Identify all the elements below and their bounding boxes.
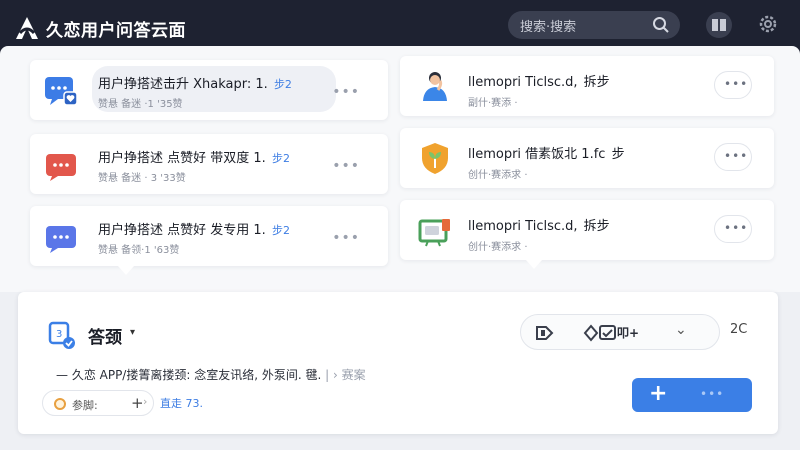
card-subtitle: 创什·赛添求 · xyxy=(468,170,528,181)
description-tail: | › 赛案 xyxy=(325,368,366,382)
search-icon[interactable] xyxy=(652,16,670,34)
card-tag: 步 xyxy=(611,147,625,162)
question-card[interactable]: llemopri Ticlsc.d, 拆步 创什·赛添求 · ••• xyxy=(400,200,774,260)
question-card[interactable]: 用户挣搭述 点赞好 带双度 1. 步2 赞悬 备迷 · 3 '33赞 ••• xyxy=(30,134,388,194)
card-title: llemopri Ticlsc.d, 拆步 xyxy=(468,75,610,90)
card-subtitle: 副什·赛添 · xyxy=(468,98,518,109)
gear-icon[interactable] xyxy=(756,12,780,36)
answer-icon: 3 xyxy=(48,321,75,349)
question-card[interactable]: 用户挣搭述击升 Xhakapr: 1. 步2 赞悬 备迷 ·1 '35赞 ••• xyxy=(30,60,388,120)
more-dots-icon: ••• xyxy=(700,387,725,401)
toolbar-label[interactable]: 叩+ xyxy=(617,324,639,341)
more-options-button[interactable]: ••• xyxy=(332,84,360,100)
status-dot-icon xyxy=(54,398,66,410)
card-title: llemopri Ticlsc.d, 拆步 xyxy=(468,219,610,234)
chevron-down-icon[interactable]: ⌄ xyxy=(675,322,687,338)
composer-toolbar: 叩+ ⌄ xyxy=(520,314,720,350)
book-button[interactable] xyxy=(706,12,732,38)
tag-icon[interactable] xyxy=(535,324,555,342)
more-options-button[interactable]: ••• xyxy=(714,215,752,243)
card-subtitle: 赞悬 备迷 · 3 '33赞 xyxy=(98,173,186,184)
book-icon xyxy=(712,19,726,31)
chip-label: 参脚: xyxy=(72,399,98,412)
app-logo-icon[interactable] xyxy=(14,15,40,41)
answer-count: 2C xyxy=(730,322,748,337)
more-options-button[interactable]: ••• xyxy=(714,143,752,171)
app-title: 久恋用户问答云面 xyxy=(46,21,186,41)
more-options-button[interactable]: ••• xyxy=(332,230,360,246)
answer-composer: 3 答颈 ▾ 叩+ ⌄ 2C — 久恋 APP/搂箐离搂颈: 念室友讯络, 外泵… xyxy=(18,292,778,434)
check-box-icon[interactable] xyxy=(599,324,617,342)
search-input[interactable]: 搜索·搜索 xyxy=(508,11,680,39)
card-tag: 步2 xyxy=(271,224,290,237)
board-chat-icon xyxy=(418,219,450,247)
card-subtitle: 赞悬 备领·1 '63赞 xyxy=(98,245,180,256)
card-tag: 拆步 xyxy=(583,75,610,90)
add-participant-button[interactable]: + xyxy=(131,394,144,412)
chevron-down-icon[interactable]: ▾ xyxy=(130,327,135,338)
shield-plant-icon xyxy=(422,143,448,174)
chat-red-icon xyxy=(46,154,76,181)
card-title: 用户挣搭述 点赞好 发专用 1. 步2 xyxy=(98,223,290,238)
chevron-right-icon: › xyxy=(143,395,148,408)
question-card[interactable]: 用户挣搭述 点赞好 发专用 1. 步2 赞悬 备领·1 '63赞 ••• xyxy=(30,206,388,266)
card-tag: 步2 xyxy=(271,152,290,165)
add-answer-button[interactable]: + ••• xyxy=(632,378,752,412)
svg-text:3: 3 xyxy=(56,329,62,340)
card-title: 用户挣搭述击升 Xhakapr: 1. 步2 xyxy=(98,77,292,92)
composer-description: — 久恋 APP/搂箐离搂颈: 念室友讯络, 外泵间. 毽. | › 赛案 xyxy=(56,368,366,382)
card-pointer xyxy=(526,260,542,269)
participant-chip[interactable]: 参脚: + xyxy=(42,390,154,416)
more-options-button[interactable]: ••• xyxy=(714,71,752,99)
card-pointer xyxy=(118,266,134,275)
composer-title[interactable]: 答颈 xyxy=(88,323,122,348)
card-subtitle: 创什·赛添求 · xyxy=(468,242,528,253)
card-title: llemopri 借素饭北 1.fc 步 xyxy=(468,147,625,162)
question-list: 用户挣搭述击升 Xhakapr: 1. 步2 赞悬 备迷 ·1 '35赞 •••… xyxy=(0,46,800,292)
card-tag: 拆步 xyxy=(583,219,610,234)
question-card[interactable]: llemopri 借素饭北 1.fc 步 创什·赛添求 · ••• xyxy=(400,128,774,188)
more-options-button[interactable]: ••• xyxy=(332,158,360,174)
search-placeholder: 搜索·搜索 xyxy=(520,20,577,35)
question-card[interactable]: llemopri Ticlsc.d, 拆步 副什·赛添 · ••• xyxy=(400,56,774,116)
pin-icon[interactable] xyxy=(583,324,599,342)
card-title: 用户挣搭述 点赞好 带双度 1. 步2 xyxy=(98,151,290,166)
person-avatar-icon xyxy=(423,72,447,101)
chat-blue-icon xyxy=(45,77,78,106)
card-tag: 步2 xyxy=(273,78,292,91)
plus-icon: + xyxy=(649,381,668,406)
card-subtitle: 赞悬 备迷 ·1 '35赞 xyxy=(98,99,183,110)
chat-purple-icon xyxy=(46,226,76,253)
direct-link[interactable]: 直走 73. xyxy=(160,395,203,411)
